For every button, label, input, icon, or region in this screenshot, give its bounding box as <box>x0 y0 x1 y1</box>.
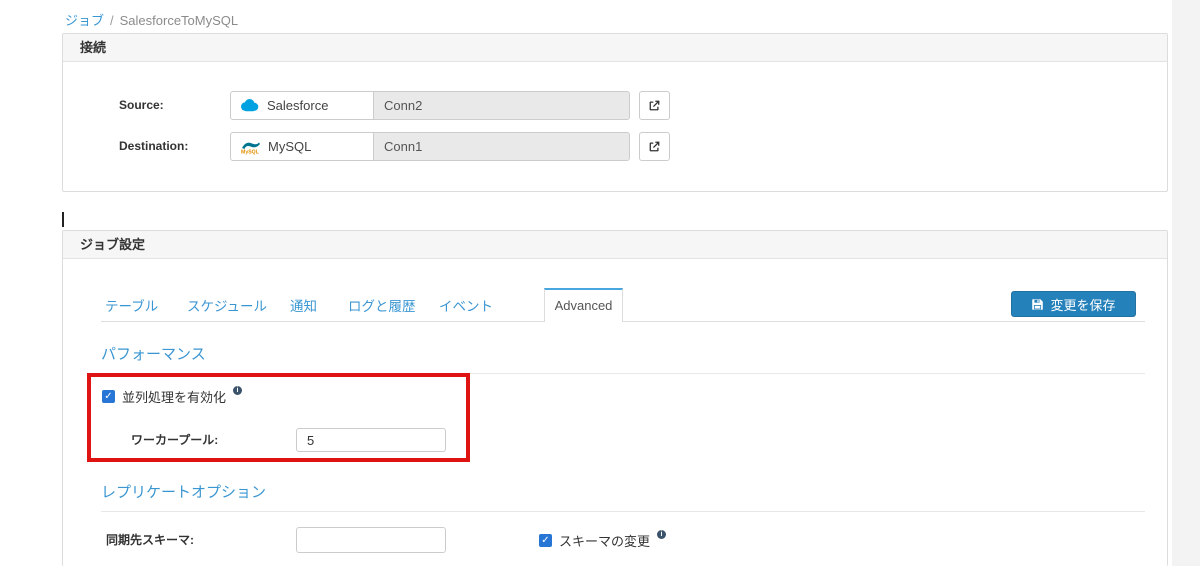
breadcrumb-separator: / <box>110 13 114 28</box>
source-connector-name: Salesforce <box>267 98 329 113</box>
source-connector-select[interactable]: Salesforce <box>230 91 374 120</box>
worker-pool-input[interactable] <box>296 428 446 452</box>
parallel-processing-checkbox[interactable] <box>102 389 115 403</box>
breadcrumb-current: SalesforceToMySQL <box>119 13 239 28</box>
tab-notifications[interactable]: 通知 <box>290 292 317 321</box>
destination-connector-select[interactable]: MySQL MySQL <box>230 132 374 161</box>
destination-open-connection-button[interactable] <box>639 132 670 161</box>
source-label: Source: <box>119 98 164 112</box>
tab-events[interactable]: イベント <box>439 292 493 321</box>
parallel-processing-row: 並列処理を有効化 i <box>102 386 243 405</box>
info-icon[interactable]: i <box>657 530 667 539</box>
save-changes-label: 変更を保存 <box>1050 297 1116 313</box>
schema-changes-checkbox[interactable] <box>539 533 552 547</box>
worker-pool-label: ワーカープール: <box>131 433 219 447</box>
text-cursor-artifact <box>62 212 64 227</box>
tab-logs-history[interactable]: ログと履歴 <box>348 292 416 321</box>
breadcrumb-jobs-link[interactable]: ジョブ <box>65 13 104 28</box>
page-edge-strip <box>1172 0 1200 566</box>
target-schema-label: 同期先スキーマ: <box>106 533 194 547</box>
tab-tables[interactable]: テーブル <box>105 292 158 321</box>
replicate-options-section-title: レプリケートオプション <box>101 481 1145 512</box>
job-settings-panel-title: ジョブ設定 <box>63 231 1167 259</box>
info-icon[interactable]: i <box>233 386 243 395</box>
svg-text:MySQL: MySQL <box>241 149 260 155</box>
destination-connector-name: MySQL <box>268 139 312 154</box>
breadcrumb: ジョブ / SalesforceToMySQL <box>65 10 238 29</box>
source-row: Source: Salesforce <box>63 91 1167 120</box>
save-changes-button[interactable]: 変更を保存 <box>1011 291 1136 317</box>
performance-section-title: パフォーマンス <box>101 343 1145 374</box>
tabs-underline <box>101 321 1145 322</box>
source-open-connection-button[interactable] <box>639 91 670 120</box>
external-link-icon <box>648 99 661 112</box>
schema-changes-label: スキーマの変更 <box>559 533 651 549</box>
source-connection-input <box>373 91 630 120</box>
destination-row: Destination: MySQL MySQL <box>63 132 1167 161</box>
external-link-icon <box>648 140 661 153</box>
save-floppy-icon <box>1031 298 1044 311</box>
destination-label: Destination: <box>119 139 189 153</box>
connection-panel: 接続 Source: Salesforce Destination: MySQL… <box>62 33 1168 192</box>
salesforce-cloud-icon <box>239 98 260 113</box>
mysql-dolphin-icon: MySQL <box>239 139 261 155</box>
target-schema-input[interactable] <box>296 527 446 553</box>
schema-changes-row: スキーマの変更 i <box>539 530 667 549</box>
destination-connection-input <box>373 132 630 161</box>
tab-schedule[interactable]: スケジュール <box>187 292 267 321</box>
job-settings-panel: ジョブ設定 テーブル スケジュール 通知 ログと履歴 イベント Advanced… <box>62 230 1168 566</box>
parallel-processing-label: 並列処理を有効化 <box>122 389 227 405</box>
tab-advanced[interactable]: Advanced <box>544 288 623 322</box>
connection-panel-title: 接続 <box>63 34 1167 62</box>
